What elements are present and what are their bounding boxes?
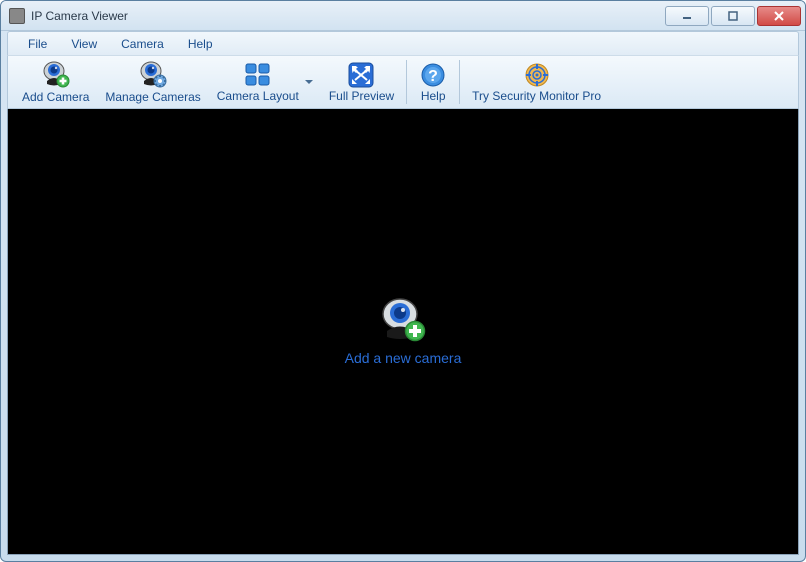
manage-cameras-button[interactable]: Manage Cameras [97,57,208,107]
full-preview-label: Full Preview [329,89,394,103]
maximize-button[interactable] [711,6,755,26]
menu-help[interactable]: Help [178,35,223,53]
app-window: IP Camera Viewer File View Camera Help [0,0,806,562]
svg-text:?: ? [428,68,438,85]
grid-layout-icon [244,62,272,88]
minimize-icon [682,11,692,21]
menu-file[interactable]: File [18,35,57,53]
camera-layout-label: Camera Layout [217,89,299,103]
help-button[interactable]: ? Help [411,57,455,107]
menu-camera[interactable]: Camera [111,35,174,53]
title-bar: IP Camera Viewer [1,1,805,31]
window-controls [665,6,801,26]
camera-viewport: Add a new camera [7,109,799,555]
chevron-down-icon [305,80,313,84]
close-button[interactable] [757,6,801,26]
menu-view[interactable]: View [61,35,107,53]
full-preview-button[interactable]: Full Preview [321,57,402,107]
camera-add-large-icon [378,298,428,344]
menu-bar: File View Camera Help [7,31,799,55]
app-icon [9,8,25,24]
toolbar-separator [459,60,460,104]
camera-layout-button[interactable]: Camera Layout [209,57,321,107]
try-security-label: Try Security Monitor Pro [472,89,601,103]
toolbar: Add Camera [7,55,799,109]
target-icon [523,62,551,88]
add-camera-placeholder-label: Add a new camera [345,350,462,366]
add-camera-placeholder[interactable]: Add a new camera [345,298,462,366]
camera-add-icon [41,61,71,89]
close-icon [774,11,784,21]
toolbar-separator [406,60,407,104]
add-camera-button[interactable]: Add Camera [14,57,97,107]
help-label: Help [421,89,446,103]
minimize-button[interactable] [665,6,709,26]
try-security-monitor-button[interactable]: Try Security Monitor Pro [464,57,609,107]
add-camera-label: Add Camera [22,90,89,104]
camera-gear-icon [138,61,168,89]
manage-cameras-label: Manage Cameras [105,90,200,104]
window-title: IP Camera Viewer [31,9,665,23]
help-icon: ? [419,62,447,88]
fullscreen-icon [347,62,375,88]
maximize-icon [728,11,738,21]
